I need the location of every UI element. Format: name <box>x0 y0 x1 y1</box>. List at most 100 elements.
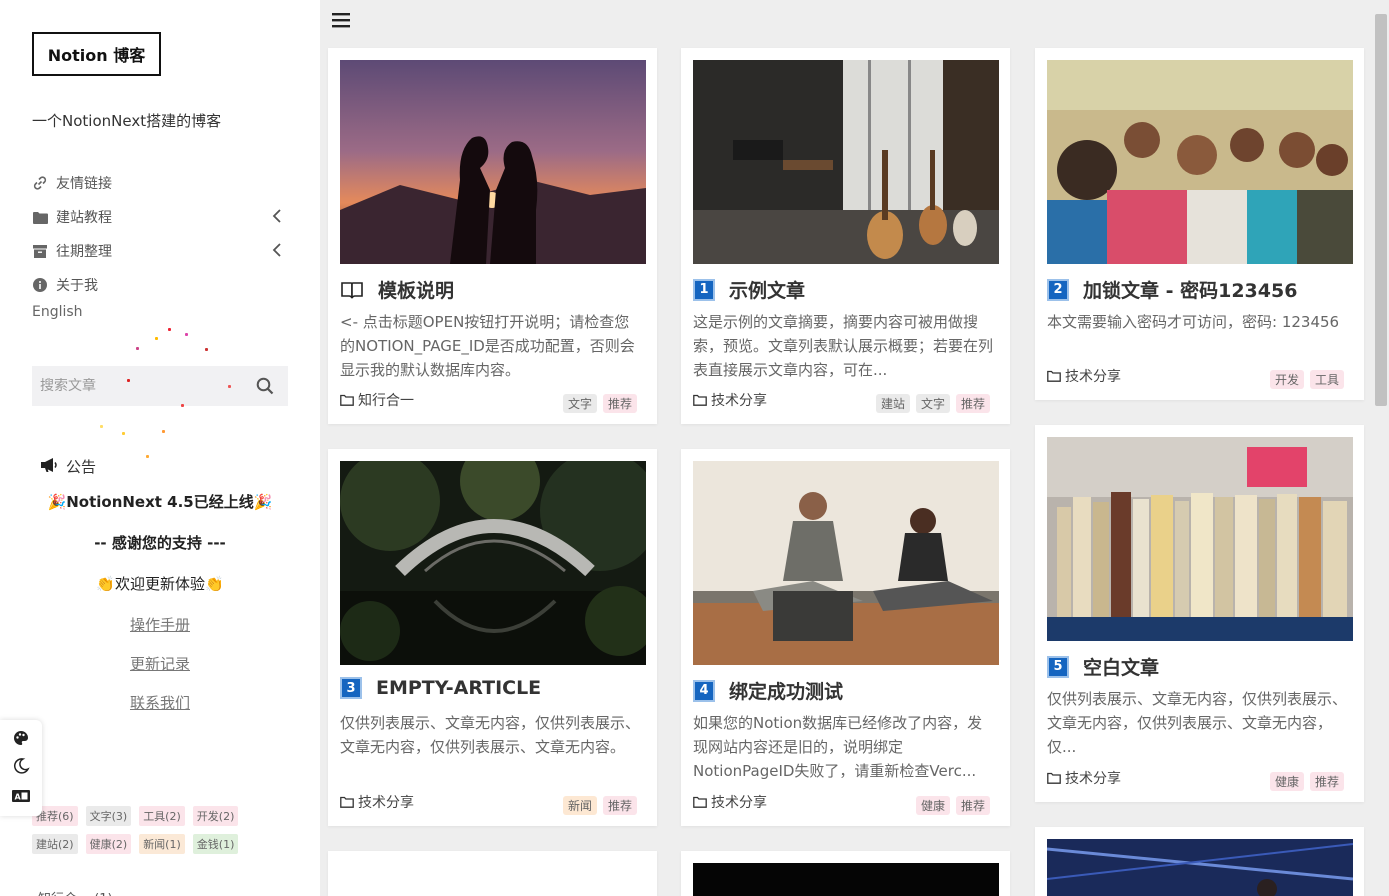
tag-chip[interactable]: 建站(2) <box>32 834 78 854</box>
post-title-text: EMPTY-ARTICLE <box>376 677 542 699</box>
post-tag[interactable]: 建站 <box>875 394 910 413</box>
site-description: 一个NotionNext搭建的博客 <box>32 112 222 130</box>
sidebar-category-item[interactable]: 知行合一 (1) <box>38 888 113 896</box>
post-category[interactable]: 技术分享 <box>1047 768 1121 788</box>
post-cover-image[interactable] <box>693 461 999 665</box>
post-tag[interactable]: 开发 <box>1269 370 1304 389</box>
post-tag[interactable]: 文字 <box>915 394 950 413</box>
site-logo[interactable]: Notion 博客 <box>32 32 161 76</box>
confetti-dot <box>100 425 103 428</box>
tag-chip[interactable]: 金钱(1) <box>192 834 239 854</box>
sidebar-item-tutorials[interactable]: 建站教程 <box>32 200 288 234</box>
post-title[interactable]: 2 加锁文章 - 密码123456 <box>1047 276 1297 303</box>
post-index-badge: 2 <box>1047 278 1069 301</box>
post-card[interactable] <box>328 851 657 896</box>
info-icon <box>32 277 48 293</box>
post-cover-image[interactable] <box>340 461 646 665</box>
sidebar-item-label: 友情链接 <box>56 176 112 192</box>
post-tags: 建站 文字 推荐 <box>875 394 990 413</box>
post-card[interactable]: 模板说明 <- 点击标题OPEN按钮打开说明；请检查您的NOTION_PAGE_… <box>328 48 657 424</box>
changelog-link[interactable]: 更新记录 <box>32 653 288 674</box>
post-card[interactable]: 1 示例文章 这是示例的文章摘要，摘要内容可被用做搜索，预览。文章列表默认展示概… <box>681 48 1010 424</box>
sidebar-item-about[interactable]: 关于我 <box>32 268 288 302</box>
post-cover-image[interactable] <box>693 863 999 896</box>
megaphone-icon <box>40 457 58 477</box>
sidebar-item-links[interactable]: 友情链接 <box>32 166 288 200</box>
post-card[interactable] <box>1035 827 1364 896</box>
confetti-dot <box>162 430 165 433</box>
post-card[interactable]: 3 EMPTY-ARTICLE 仅供列表展示、文章无内容，仅供列表展示、文章无内… <box>328 449 657 826</box>
page-scrollbar[interactable] <box>1375 14 1387 406</box>
search-input[interactable] <box>40 378 240 394</box>
post-card[interactable] <box>681 851 1010 896</box>
sidebar-item-label: 往期整理 <box>56 244 112 260</box>
confetti-dot <box>155 337 158 340</box>
link-icon <box>32 175 48 191</box>
archive-icon <box>32 243 48 259</box>
post-title-text: 示例文章 <box>729 280 806 302</box>
post-cover-image[interactable] <box>1047 60 1353 264</box>
post-category[interactable]: 技术分享 <box>693 792 767 812</box>
folder-outline-icon <box>693 796 707 808</box>
folder-outline-icon <box>693 394 707 406</box>
post-title[interactable]: 3 EMPTY-ARTICLE <box>340 677 541 699</box>
post-tag[interactable]: 健康 <box>1269 772 1304 791</box>
tag-chip[interactable]: 新闻(1) <box>139 834 185 854</box>
post-cover-image[interactable] <box>1047 839 1353 896</box>
tag-chip[interactable]: 文字(3) <box>85 806 132 826</box>
confetti-dot <box>181 404 184 407</box>
tag-chip[interactable]: 健康(2) <box>85 834 132 854</box>
post-cover-image[interactable] <box>693 60 999 264</box>
post-tag[interactable]: 推荐 <box>955 394 990 413</box>
chevron-left-icon[interactable] <box>272 209 282 227</box>
post-category-label: 技术分享 <box>1065 369 1121 385</box>
post-tag[interactable]: 推荐 <box>602 796 637 815</box>
confetti-dot <box>185 333 188 336</box>
announcement-line: 👏欢迎更新体验👏 <box>96 575 224 593</box>
book-icon <box>340 280 364 300</box>
post-card[interactable]: 2 加锁文章 - 密码123456 本文需要输入密码才可访问，密码: 12345… <box>1035 48 1364 400</box>
post-tag[interactable]: 健康 <box>915 796 950 815</box>
post-title[interactable]: 1 示例文章 <box>693 276 805 303</box>
post-summary: 如果您的Notion数据库已经修改了内容，发现网站内容还是旧的，说明绑定Noti… <box>693 714 983 780</box>
folder-icon <box>32 209 48 225</box>
tag-chip[interactable]: 开发(2) <box>192 806 239 826</box>
post-title-text: 绑定成功测试 <box>729 681 844 703</box>
translate-icon[interactable]: A <box>12 787 30 806</box>
post-title[interactable]: 4 绑定成功测试 <box>693 677 843 704</box>
post-tags: 开发 工具 <box>1269 370 1344 389</box>
post-tag[interactable]: 推荐 <box>955 796 990 815</box>
post-category[interactable]: 知行合一 <box>340 390 414 410</box>
post-card[interactable]: 5 空白文章 仅供列表展示、文章无内容，仅供列表展示、文章无内容，仅供列表展示、… <box>1035 425 1364 802</box>
post-category-label: 技术分享 <box>711 795 767 811</box>
post-title[interactable]: 模板说明 <box>340 276 454 303</box>
tag-chip[interactable]: 工具(2) <box>139 806 185 826</box>
post-tags: 健康 推荐 <box>915 796 990 815</box>
post-category[interactable]: 技术分享 <box>340 792 414 812</box>
post-title[interactable]: 5 空白文章 <box>1047 653 1159 680</box>
post-tag[interactable]: 新闻 <box>562 796 597 815</box>
language-switch[interactable]: English <box>32 304 83 320</box>
announcement-line: 🎉NotionNext 4.5已经上线🎉 <box>47 493 273 511</box>
post-tag[interactable]: 推荐 <box>602 394 637 413</box>
post-tag[interactable]: 推荐 <box>1309 772 1344 791</box>
confetti-dot <box>228 385 231 388</box>
post-cover-image[interactable] <box>340 60 646 264</box>
folder-outline-icon <box>340 796 354 808</box>
post-category[interactable]: 技术分享 <box>1047 366 1121 386</box>
post-tag[interactable]: 文字 <box>562 394 597 413</box>
post-category[interactable]: 技术分享 <box>693 390 767 410</box>
floating-toolbar: A <box>0 720 42 816</box>
manual-link[interactable]: 操作手册 <box>32 614 288 635</box>
post-title-text: 模板说明 <box>378 280 455 302</box>
dark-mode-icon[interactable] <box>12 757 30 779</box>
hamburger-menu-icon[interactable] <box>332 12 350 32</box>
palette-icon[interactable] <box>13 730 29 750</box>
chevron-left-icon[interactable] <box>272 243 282 261</box>
search-icon[interactable] <box>256 377 274 399</box>
contact-link[interactable]: 联系我们 <box>32 692 288 713</box>
post-tag[interactable]: 工具 <box>1309 370 1344 389</box>
post-card[interactable]: 4 绑定成功测试 如果您的Notion数据库已经修改了内容，发现网站内容还是旧的… <box>681 449 1010 826</box>
post-cover-image[interactable] <box>1047 437 1353 641</box>
sidebar-item-archive[interactable]: 往期整理 <box>32 234 288 268</box>
